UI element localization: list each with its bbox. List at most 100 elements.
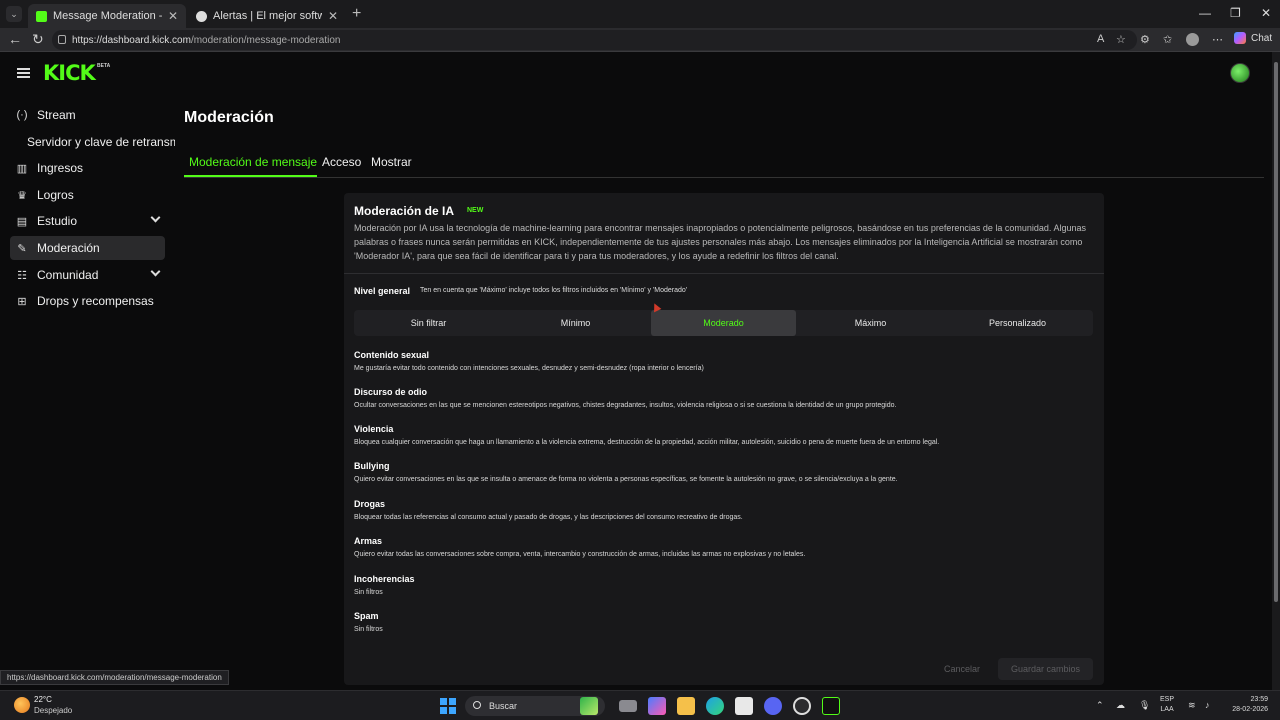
moderation-tabs: Moderación de mensaje Acceso Mostrar xyxy=(184,150,1264,178)
favorites-icon[interactable]: ✩ xyxy=(1163,33,1172,46)
close-icon[interactable]: ✕ xyxy=(328,9,338,23)
profile-avatar-icon[interactable] xyxy=(1186,33,1199,46)
file-explorer-icon[interactable] xyxy=(677,697,695,715)
user-avatar[interactable] xyxy=(1230,63,1250,83)
weather-status: Despejado xyxy=(34,706,73,715)
url-field[interactable]: https://dashboard.kick.com/moderation/me… xyxy=(52,30,1137,50)
close-icon[interactable]: ✕ xyxy=(168,9,178,23)
cancel-button[interactable]: Cancelar xyxy=(933,660,991,678)
new-tab-plus-icon[interactable]: + xyxy=(352,5,361,23)
active-tab-indicator xyxy=(184,175,317,177)
level-hint: Ten en cuenta que 'Máximo' incluye todos… xyxy=(420,287,688,294)
minimize-icon[interactable]: — xyxy=(1199,6,1211,20)
widgets-icon[interactable] xyxy=(580,697,598,715)
extensions-icon[interactable]: ⚙ xyxy=(1140,33,1150,46)
kick-favicon-icon xyxy=(36,10,47,22)
maximize-icon[interactable]: ❐ xyxy=(1230,6,1241,20)
browser-tab-active[interactable]: Message Moderation - Kick Dashb ✕ xyxy=(28,4,186,28)
favorite-star-icon[interactable]: ☆ xyxy=(1116,33,1126,46)
sidebar-item-moderacion[interactable]: ✎ Moderación xyxy=(10,236,165,260)
clock[interactable]: 23:59 28-02-2026 xyxy=(1228,695,1268,715)
sidebar-item-estudio[interactable]: ▤ Estudio xyxy=(10,209,165,233)
category-title: Spam xyxy=(354,611,379,621)
sidebar-item-label: Stream xyxy=(37,108,76,122)
filter-category: Contenido sexual Me gustaría evitar todo… xyxy=(354,350,704,372)
time: 23:59 xyxy=(1250,696,1268,703)
date: 28-02-2026 xyxy=(1232,706,1268,713)
filter-category: Incoherencias Sin filtros xyxy=(354,574,415,596)
alert-favicon-icon xyxy=(196,10,207,22)
windows-start-icon[interactable] xyxy=(440,698,456,714)
level-option-personalizado[interactable]: Personalizado xyxy=(945,310,1090,336)
stream-icon: (·) xyxy=(16,109,28,121)
obs-icon[interactable] xyxy=(793,697,811,715)
studio-icon: ▤ xyxy=(16,215,28,228)
wifi-icon[interactable]: ≋ xyxy=(1188,700,1196,711)
volume-icon[interactable]: ♪ xyxy=(1205,700,1210,710)
kick-app-icon[interactable] xyxy=(822,697,840,715)
sidebar-item-label: Moderación xyxy=(37,241,100,255)
category-description: Me gustaría evitar todo contenido con in… xyxy=(354,365,704,372)
sidebar-item-comunidad[interactable]: ☷ Comunidad xyxy=(10,263,165,287)
tab-mostrar[interactable]: Mostrar xyxy=(371,155,412,169)
chevron-down-icon xyxy=(150,212,161,223)
category-description: Bloquea cualquier conversación que haga … xyxy=(354,439,940,446)
level-option-maximo[interactable]: Máximo xyxy=(798,310,943,336)
hamburger-menu-icon[interactable] xyxy=(17,68,30,78)
beta-label: BETA xyxy=(97,63,111,69)
sidebar-item-label: Comunidad xyxy=(37,268,99,282)
category-title: Drogas xyxy=(354,499,386,509)
onedrive-cloud-icon[interactable]: ☁ xyxy=(1116,700,1125,711)
task-view-icon[interactable] xyxy=(619,700,637,712)
url-path: /moderation/message-moderation xyxy=(190,34,341,46)
sidebar-item-ingresos[interactable]: ▥ Ingresos xyxy=(10,156,165,180)
lang-bottom: LAA xyxy=(1160,706,1174,713)
input-language[interactable]: ESP LAA xyxy=(1160,695,1174,715)
browser-tab[interactable]: Alertas | El mejor software para po ✕ xyxy=(188,4,346,28)
category-description: Quiero evitar conversaciones en las que … xyxy=(354,476,898,483)
sidebar-item-label: Logros xyxy=(37,188,74,202)
card-title: Moderación de IA xyxy=(354,204,455,218)
level-option-sin-filtrar[interactable]: Sin filtrar xyxy=(356,310,501,336)
new-badge: NEW xyxy=(467,207,484,214)
more-menu-icon[interactable]: ⋯ xyxy=(1212,33,1223,46)
browser-tab-bar: ⌄ Message Moderation - Kick Dashb ✕ Aler… xyxy=(0,0,1280,28)
weather-sun-icon[interactable] xyxy=(14,697,30,713)
page-scrollbar[interactable] xyxy=(1272,52,1280,690)
read-aloud-icon[interactable]: A xyxy=(1097,33,1104,45)
category-title: Incoherencias xyxy=(354,574,415,584)
kick-logo[interactable]: KICK xyxy=(43,61,96,85)
sidebar-item-label: Ingresos xyxy=(37,161,84,175)
copilot-app-icon[interactable] xyxy=(648,697,666,715)
tab-message-moderation[interactable]: Moderación de mensaje xyxy=(189,155,317,169)
save-changes-button[interactable]: Guardar cambios xyxy=(998,658,1093,680)
windows-taskbar: 22°C Despejado Buscar ⌃ ☁ 🎙 ESP LAA ≋ ♪ … xyxy=(0,690,1280,720)
tray-chevron-up-icon[interactable]: ⌃ xyxy=(1096,700,1104,711)
sidebar-item-stream[interactable]: (·) Stream xyxy=(10,103,165,127)
tab-actions-chevron-icon[interactable]: ⌄ xyxy=(6,6,22,22)
window-close-icon[interactable]: ✕ xyxy=(1261,6,1271,20)
sidebar-item-server-key[interactable]: Servidor y clave de retransmi xyxy=(27,135,175,149)
tab-title: Alertas | El mejor software para po xyxy=(213,10,322,22)
sidebar-item-logros[interactable]: ♛ Logros xyxy=(10,183,165,207)
level-option-moderado[interactable]: Moderado xyxy=(651,310,796,336)
tab-title: Message Moderation - Kick Dashb xyxy=(53,10,162,22)
filter-category: Violencia Bloquea cualquier conversación… xyxy=(354,424,939,446)
tab-acceso[interactable]: Acceso xyxy=(322,155,361,169)
filter-category: Armas Quiero evitar todas las conversaci… xyxy=(354,536,805,558)
category-title: Discurso de odio xyxy=(354,387,428,397)
category-title: Bullying xyxy=(354,461,390,471)
level-option-minimo[interactable]: Mínimo xyxy=(503,310,648,336)
microphone-icon[interactable]: 🎙 xyxy=(1139,700,1150,711)
scrollbar-thumb[interactable] xyxy=(1274,62,1278,602)
site-info-icon[interactable] xyxy=(58,35,66,44)
reload-icon[interactable]: ↻ xyxy=(32,31,44,48)
sidebar-item-label: Estudio xyxy=(37,214,78,228)
sidebar-item-drops[interactable]: ⊞ Drops y recompensas xyxy=(10,289,165,313)
copilot-chat-button[interactable]: Chat xyxy=(1234,32,1272,44)
back-arrow-icon[interactable]: ← xyxy=(8,31,22,47)
discord-icon[interactable] xyxy=(764,697,782,715)
edge-browser-icon[interactable] xyxy=(706,697,724,715)
level-selector: Sin filtrar Mínimo Moderado Máximo Perso… xyxy=(354,310,1093,336)
store-icon[interactable] xyxy=(735,697,753,715)
